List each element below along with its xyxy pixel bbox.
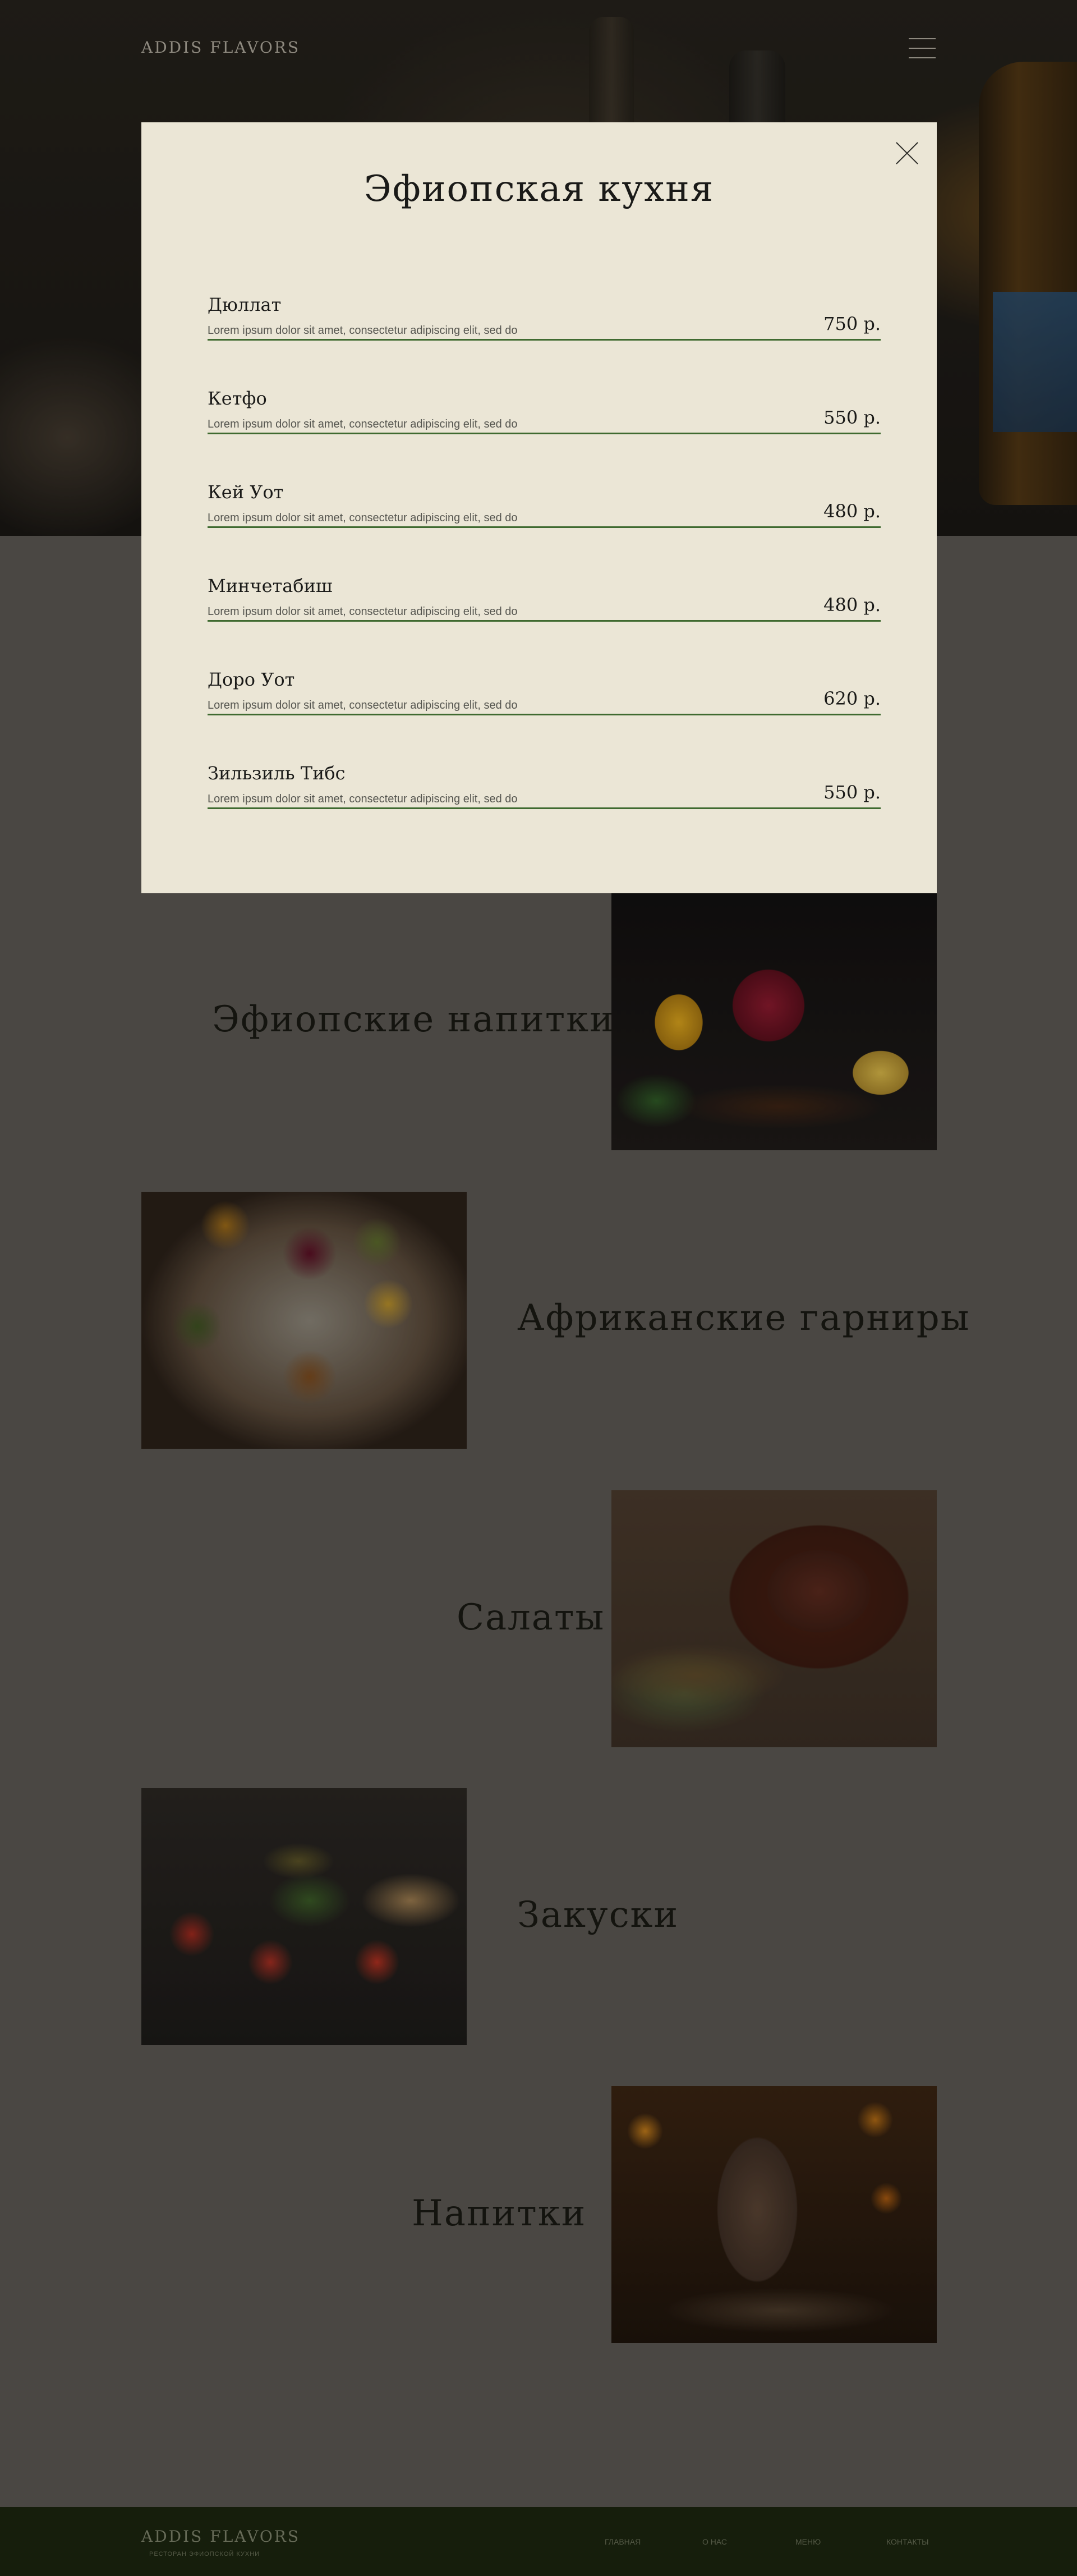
- footer-nav-menu[interactable]: МЕНЮ: [795, 2537, 821, 2546]
- menu-item-divider: [208, 620, 881, 622]
- menu-item-divider: [208, 807, 881, 809]
- site-footer: ADDIS FLAVORS РЕСТОРАН ЭФИОПСКОЙ КУХНИ Г…: [0, 2507, 1077, 2576]
- menu-item-price: 550 р.: [823, 782, 881, 803]
- menu-item-name: Зильзиль Тибс: [208, 763, 346, 784]
- menu-list: Дюллат Lorem ipsum dolor sit amet, conse…: [208, 294, 881, 856]
- footer-nav-home[interactable]: ГЛАВНАЯ: [605, 2537, 641, 2546]
- modal-title: Эфиопская кухня: [363, 168, 715, 210]
- menu-item-divider: [208, 714, 881, 715]
- menu-item-description: Lorem ipsum dolor sit amet, consectetur …: [208, 512, 518, 524]
- category-image-ethiopian-drinks[interactable]: [611, 893, 937, 1150]
- category-title-salads[interactable]: Салаты: [457, 1597, 605, 1638]
- menu-item[interactable]: Зильзиль Тибс Lorem ipsum dolor sit amet…: [208, 763, 881, 856]
- category-image-salads[interactable]: [611, 1490, 937, 1747]
- menu-item-description: Lorem ipsum dolor sit amet, consectetur …: [208, 418, 518, 430]
- footer-tagline: РЕСТОРАН ЭФИОПСКОЙ КУХНИ: [149, 2551, 260, 2557]
- menu-item-name: Дюллат: [208, 294, 282, 315]
- menu-item-divider: [208, 339, 881, 341]
- category-title-drinks[interactable]: Напитки: [412, 2193, 586, 2234]
- menu-item-price: 620 р.: [823, 688, 881, 709]
- menu-item[interactable]: Дюллат Lorem ipsum dolor sit amet, conse…: [208, 294, 881, 388]
- menu-item-name: Минчетабиш: [208, 575, 333, 596]
- burger-line: [909, 48, 936, 49]
- category-image-snacks[interactable]: [141, 1788, 467, 2045]
- menu-item-name: Доро Уот: [208, 669, 295, 690]
- menu-item-divider: [208, 433, 881, 434]
- menu-item-price: 480 р.: [823, 500, 881, 522]
- menu-modal: Эфиопская кухня Дюллат Lorem ipsum dolor…: [141, 122, 937, 893]
- category-title-ethiopian-drinks[interactable]: Эфиопские напитки: [212, 999, 615, 1040]
- menu-item-name: Кетфо: [208, 388, 267, 409]
- menu-item-name: Кей Уот: [208, 481, 284, 503]
- footer-nav-about[interactable]: О НАС: [702, 2537, 727, 2546]
- menu-item-price: 480 р.: [823, 594, 881, 616]
- menu-item[interactable]: Доро Уот Lorem ipsum dolor sit amet, con…: [208, 669, 881, 763]
- burger-line: [909, 38, 936, 39]
- category-title-snacks[interactable]: Закуски: [517, 1894, 679, 1936]
- footer-logo[interactable]: ADDIS FLAVORS: [141, 2527, 300, 2546]
- footer-nav-contacts[interactable]: КОНТАКТЫ: [886, 2537, 929, 2546]
- menu-item[interactable]: Кетфо Lorem ipsum dolor sit amet, consec…: [208, 388, 881, 481]
- close-icon[interactable]: [895, 141, 919, 165]
- menu-item[interactable]: Минчетабиш Lorem ipsum dolor sit amet, c…: [208, 575, 881, 669]
- burger-line: [909, 57, 936, 58]
- menu-item-description: Lorem ipsum dolor sit amet, consectetur …: [208, 324, 518, 337]
- menu-item-description: Lorem ipsum dolor sit amet, consectetur …: [208, 793, 518, 805]
- category-title-african-sides[interactable]: Африканские гарниры: [517, 1297, 970, 1339]
- menu-item-price: 550 р.: [823, 407, 881, 428]
- menu-item-description: Lorem ipsum dolor sit amet, consectetur …: [208, 699, 518, 711]
- menu-item-price: 750 р.: [823, 313, 881, 334]
- menu-burger-icon[interactable]: [909, 38, 936, 58]
- site-logo[interactable]: ADDIS FLAVORS: [141, 38, 300, 57]
- menu-item-divider: [208, 526, 881, 528]
- menu-item[interactable]: Кей Уот Lorem ipsum dolor sit amet, cons…: [208, 481, 881, 575]
- menu-item-description: Lorem ipsum dolor sit amet, consectetur …: [208, 605, 518, 618]
- category-image-drinks[interactable]: [611, 2086, 937, 2343]
- category-image-african-sides[interactable]: [141, 1192, 467, 1449]
